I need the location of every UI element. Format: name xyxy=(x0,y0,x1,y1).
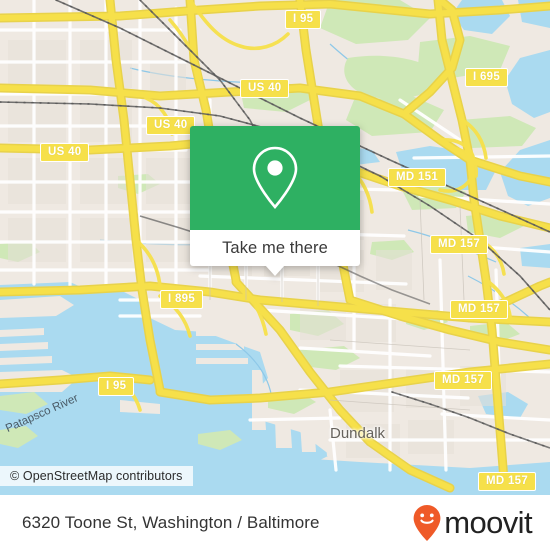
highway-shield: MD 157 xyxy=(434,371,493,390)
highway-shield: MD 151 xyxy=(388,168,447,187)
highway-shield: I 695 xyxy=(465,68,509,87)
moovit-wordmark: moovit xyxy=(444,505,532,540)
highway-shield: MD 157 xyxy=(478,472,537,491)
marker-card-action[interactable]: Take me there xyxy=(190,230,360,276)
marker-card-header xyxy=(190,126,360,230)
marker-card-pointer xyxy=(265,265,285,276)
highway-shield: US 40 xyxy=(40,143,90,162)
highway-shield: US 40 xyxy=(240,79,290,98)
destination-marker-card[interactable]: Take me there xyxy=(190,126,360,276)
location-pin-icon xyxy=(252,146,298,209)
highway-shield: US 40 xyxy=(146,116,196,135)
take-me-there-label: Take me there xyxy=(222,238,328,257)
highway-shield: MD 157 xyxy=(450,300,509,319)
highway-shield: I 95 xyxy=(285,10,322,29)
highway-shield: MD 157 xyxy=(430,235,489,254)
moovit-smiling-pin-icon xyxy=(413,504,441,541)
address-label: 6320 Toone St, Washington / Baltimore xyxy=(22,512,320,532)
moovit-logo[interactable]: moovit xyxy=(412,504,533,542)
highway-shield: I 95 xyxy=(98,377,135,396)
moovit-map-screenshot: .w { fill:#aadaf0; } .pk { fill:#cfe8b7;… xyxy=(0,0,550,550)
osm-attribution-text: © OpenStreetMap contributors xyxy=(10,469,183,483)
highway-shield: I 895 xyxy=(160,290,204,309)
osm-attribution[interactable]: © OpenStreetMap contributors xyxy=(0,466,193,486)
footer-bar: 6320 Toone St, Washington / Baltimore mo… xyxy=(0,495,550,550)
place-label-dundalk: Dundalk xyxy=(330,425,386,442)
